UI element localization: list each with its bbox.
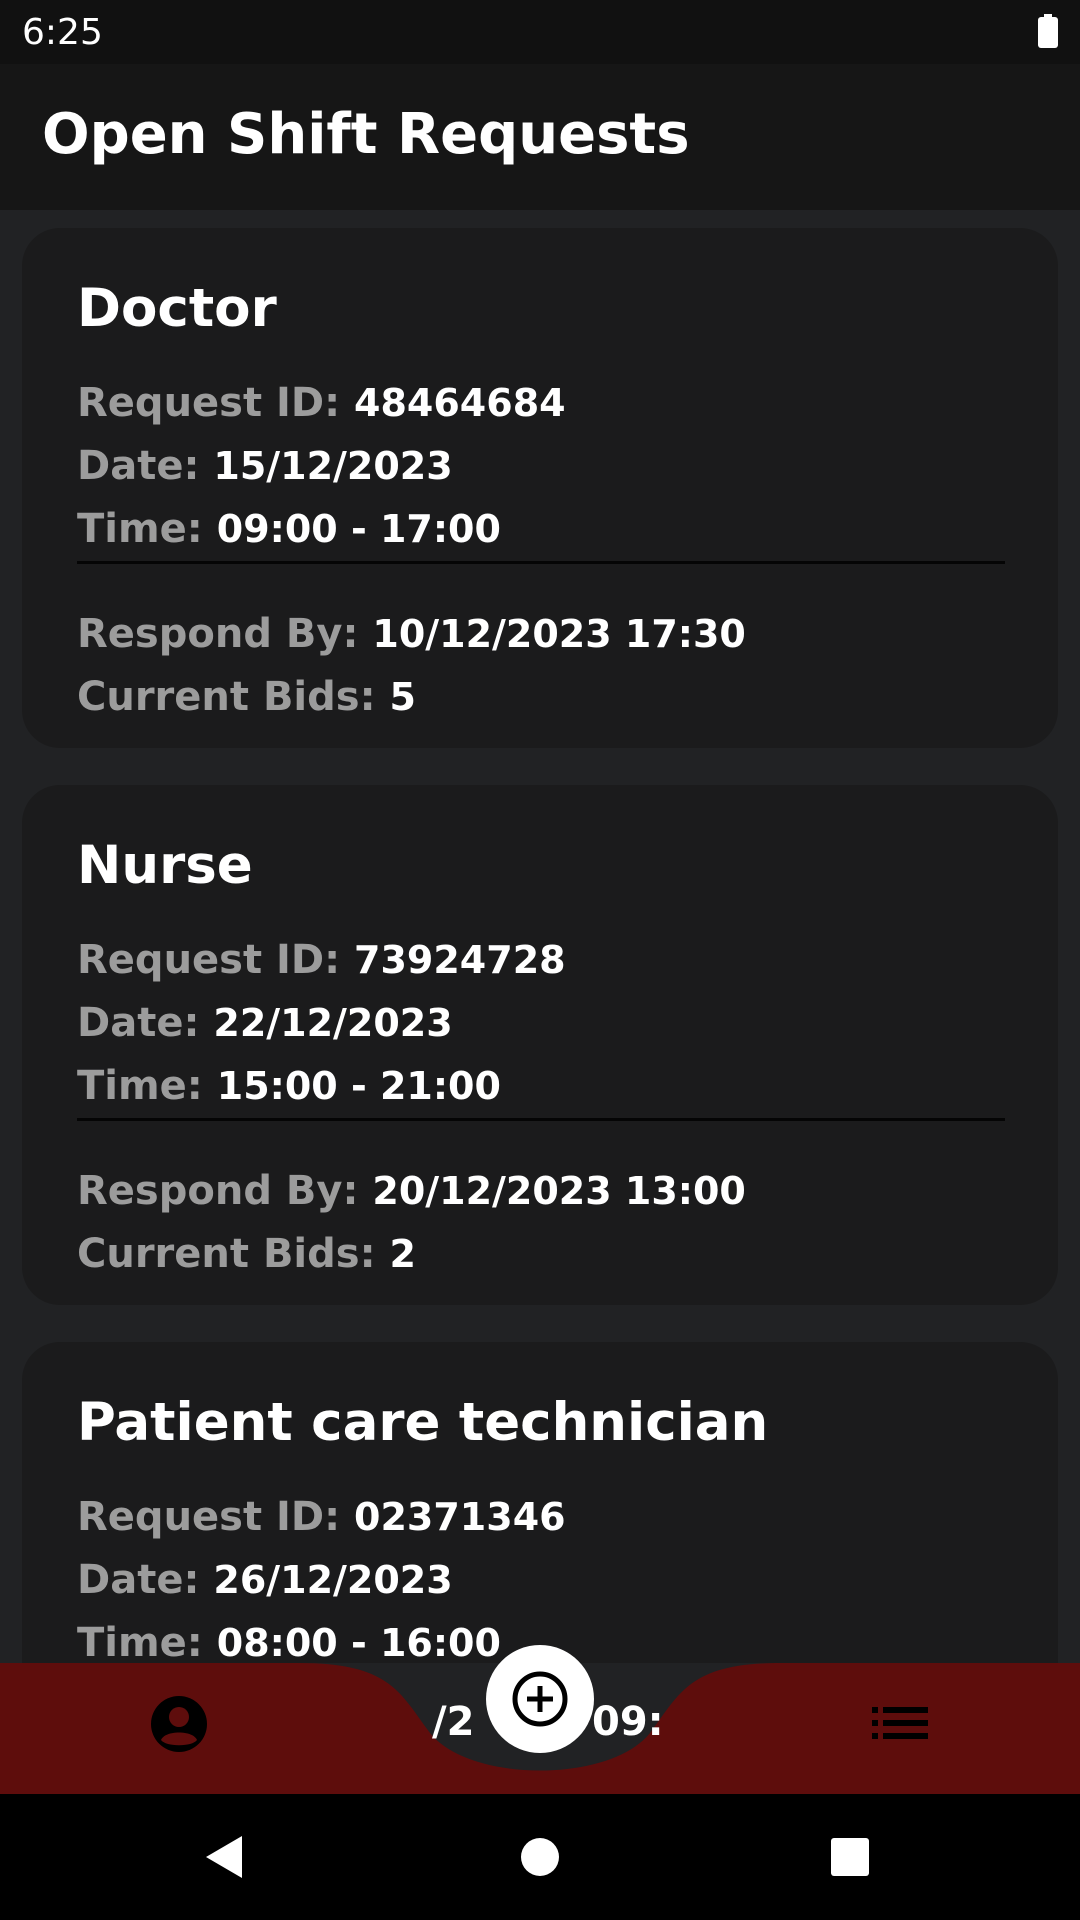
request-role: Doctor: [77, 278, 277, 339]
time-value: 15:00 - 21:00: [216, 1064, 501, 1108]
date-value: 26/12/2023: [213, 1558, 453, 1602]
card-divider: [77, 561, 1005, 564]
time-row: Time: 08:00 - 16:00: [77, 1620, 501, 1663]
shift-request-card[interactable]: Doctor Request ID: 48464684 Date: 15/12/…: [22, 228, 1058, 748]
date-value: 15/12/2023: [213, 444, 453, 488]
date-label: Date:: [77, 1557, 200, 1603]
list-button[interactable]: [872, 1705, 928, 1741]
time-value: 08:00 - 16:00: [216, 1621, 501, 1663]
request-id-label: Request ID:: [77, 1494, 341, 1540]
request-role: Patient care technician: [77, 1392, 769, 1453]
account-circle-icon: [151, 1696, 207, 1752]
status-bar: 6:25: [0, 0, 1080, 64]
request-id-value: 48464684: [354, 381, 566, 425]
current-bids-label: Current Bids:: [77, 674, 376, 720]
date-row: Date: 26/12/2023: [77, 1557, 453, 1603]
system-nav-bar: [0, 1794, 1080, 1920]
date-row: Date: 15/12/2023: [77, 443, 453, 489]
request-id-value: 02371346: [354, 1495, 566, 1539]
home-icon[interactable]: [520, 1837, 560, 1877]
app-bar: Open Shift Requests: [0, 64, 1080, 210]
respond-by-value-partial: /2: [432, 1699, 474, 1745]
date-value: 22/12/2023: [213, 1001, 453, 1045]
time-row: Time: 15:00 - 21:00: [77, 1063, 501, 1109]
date-label: Date:: [77, 1000, 200, 1046]
request-id-row: Request ID: 73924728: [77, 937, 566, 983]
status-time: 6:25: [22, 12, 103, 53]
list-icon: [872, 1707, 928, 1739]
respond-by-value-partial-2: 09:: [592, 1699, 664, 1745]
current-bids-label: Current Bids:: [77, 1231, 376, 1277]
current-bids-value: 2: [389, 1232, 416, 1276]
recents-icon[interactable]: [830, 1837, 870, 1877]
time-value: 09:00 - 17:00: [216, 507, 501, 551]
profile-button[interactable]: [150, 1695, 208, 1753]
respond-by-value: 10/12/2023 17:30: [372, 612, 746, 656]
current-bids-value: 5: [389, 675, 416, 719]
request-id-label: Request ID:: [77, 937, 341, 983]
request-id-label: Request ID:: [77, 380, 341, 426]
respond-by-row: Respond By: 10/12/2023 17:30: [77, 611, 746, 657]
respond-by-fragment-1: /2: [432, 1699, 475, 1745]
time-label: Time:: [77, 506, 203, 552]
date-row: Date: 22/12/2023: [77, 1000, 453, 1046]
add-circle-icon: [512, 1671, 568, 1727]
card-divider: [77, 1118, 1005, 1121]
current-bids-row: Current Bids: 5: [77, 674, 416, 720]
respond-by-fragment-2: 09:: [592, 1699, 664, 1745]
respond-by-row: Respond By: 20/12/2023 13:00: [77, 1168, 746, 1214]
time-row: Time: 09:00 - 17:00: [77, 506, 501, 552]
date-label: Date:: [77, 443, 200, 489]
battery-icon: [1038, 14, 1058, 48]
shift-request-card[interactable]: Patient care technician Request ID: 0237…: [22, 1342, 1058, 1663]
add-request-button[interactable]: [486, 1645, 594, 1753]
respond-by-label: Respond By:: [77, 1168, 359, 1214]
request-role: Nurse: [77, 835, 253, 896]
respond-by-value: 20/12/2023 13:00: [372, 1169, 746, 1213]
shift-request-card[interactable]: Nurse Request ID: 73924728 Date: 22/12/2…: [22, 785, 1058, 1305]
respond-by-label: Respond By:: [77, 611, 359, 657]
page-title: Open Shift Requests: [42, 102, 690, 167]
back-icon[interactable]: [204, 1834, 244, 1880]
time-label: Time:: [77, 1620, 203, 1663]
request-id-value: 73924728: [354, 938, 566, 982]
request-id-row: Request ID: 48464684: [77, 380, 566, 426]
shift-request-list[interactable]: Doctor Request ID: 48464684 Date: 15/12/…: [0, 210, 1080, 1663]
request-id-row: Request ID: 02371346: [77, 1494, 566, 1540]
current-bids-row: Current Bids: 2: [77, 1231, 416, 1277]
time-label: Time:: [77, 1063, 203, 1109]
